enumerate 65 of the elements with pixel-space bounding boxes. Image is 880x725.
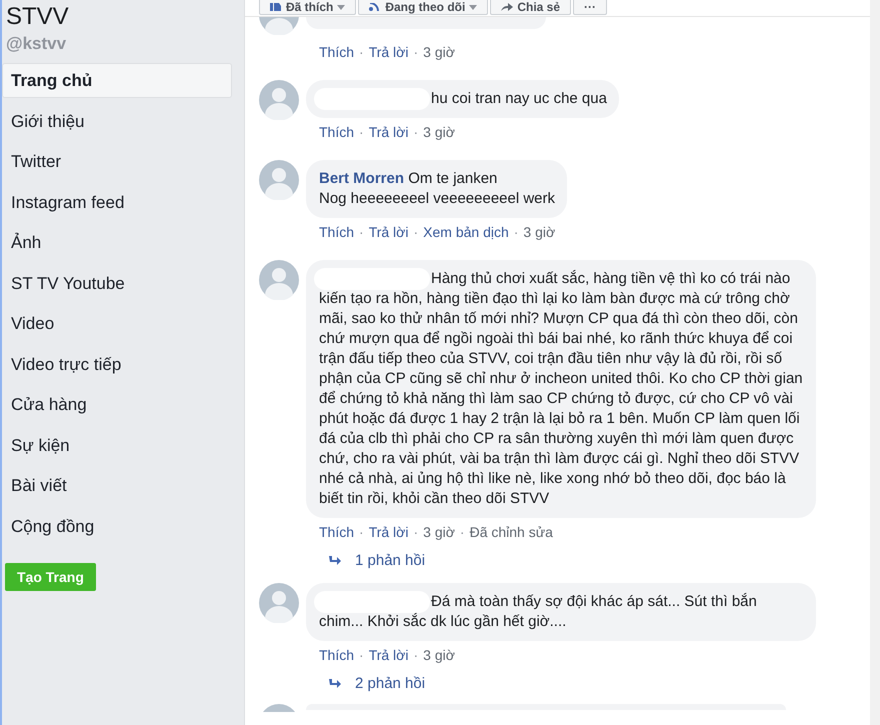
separator: · [359,43,364,61]
action-link[interactable]: Thích [319,646,354,664]
separator: · [413,223,418,241]
separator: · [514,223,518,241]
timestamp: Đã chỉnh sửa [470,523,553,541]
caret-icon [469,4,478,10]
nav-item[interactable]: Sự kiện [2,428,232,462]
action-link[interactable]: Thích [319,223,354,241]
separator: · [359,646,364,664]
toolbar-button[interactable]: Chia sẻ [490,0,572,15]
action-link[interactable]: Trả lời [368,523,408,541]
nav-item[interactable]: Twitter [2,144,232,179]
nav-item[interactable]: Cộng đồng [2,508,232,544]
nav-item[interactable]: Trang chủ [2,63,232,98]
timestamp: 3 giờ [423,646,455,664]
avatar [259,260,299,300]
action-link[interactable]: Xem bản dịch [423,223,509,241]
nav-item[interactable]: Video trực tiếp [2,346,232,382]
rss-icon [369,3,382,11]
separator: · [460,523,465,541]
comment-text: Đá mà toàn thấy sợ đội khác áp sát... Sút thì bắn chim... Khởi sắc dk lúc gần hết giờ.... [319,592,758,632]
comment-text: hu coi tran nay uc che qua [430,89,607,109]
avatar [259,17,299,35]
separator: · [413,123,418,141]
separator: · [413,523,418,541]
replies-link[interactable]: 2 phản hồi [355,675,426,692]
action-link[interactable]: Trả lời [368,646,408,664]
reply-arrow-icon [329,556,341,566]
author-link[interactable]: Bert Morren [319,170,404,187]
share-icon [501,3,514,11]
comment-text: Hàng thủ chơi xuất sắc, hàng tiền vệ thì ko có trái nào kiến tạo ra hồn, hàng tiền đạo thì lại ko làm bàn được mà cứ trông chờ mãi, sao ko thử nhân tố mới nhỉ? Mượn CP qua đá thì còn theo dõi, còn chứ mượn qua để ngồi ngoài thì bái bai nhé, ko rãnh thức khuya để coi trận đấu tiếp theo của STVV, coi trận đầu tiên như vậy là đủ rồi, rồi số phận của CP cũng sẽ chỉ như ở incheon united thôi. Ko cho CP thời gian để chứng tỏ khả năng thì làm sao CP chứng tỏ được, cứ cho CP vô vài phút hoặc đá được 1 hay 2 trận là lại bỏ ra 1 bên. Muốn CP làm quen lối đá của clb thì phải cho CP ra sân thường xuyên thì mới làm quen được chứ, cho ra vài phút, vài ba trận thì làm được cái gì. Nghỉ theo dõi STVV nhé cả nhà, ai ủng hộ thì like nè, like xong nhớ bỏ theo dõi, đọc báo là biết tin rồi, khỏi cần theo dõi STVV [319,269,804,509]
action-link[interactable]: Trả lời [368,43,408,61]
avatar [259,160,299,200]
toolbar-button[interactable]: Đã thích [259,0,356,15]
toolbar-button[interactable]: Đang theo dõi [358,0,488,15]
thumbs-up-icon [270,3,282,11]
nav-item[interactable]: Cửa hàng [2,387,232,422]
nav-item[interactable]: Video [2,306,232,341]
nav-item[interactable]: Instagram feed [2,184,232,220]
nav-item[interactable]: ST TV Youtube [2,266,232,300]
action-link[interactable]: Trả lời [368,123,408,141]
timestamp: 3 giờ [423,43,455,61]
separator: · [359,223,364,241]
comment-text: Bert Morren Om te janken Nog heeeeeeeel veeeeeeeeel werk [319,169,556,209]
timestamp: 3 giờ [423,123,455,141]
separator: · [413,646,418,664]
avatar [259,80,299,120]
action-link[interactable]: Thích [319,43,354,61]
caret-icon [337,4,346,10]
timestamp: 3 giờ [423,523,455,541]
replies-link[interactable]: 1 phản hồi [355,552,426,569]
page-name: STVV [5,2,70,32]
nav-item[interactable]: Ảnh [2,225,232,260]
action-link[interactable]: Thích [319,523,354,541]
separator: · [359,123,364,141]
more-button[interactable]: ··· [573,0,608,15]
nav-item[interactable]: Bài viết [2,468,232,503]
action-link[interactable]: Trả lời [368,223,408,241]
avatar [259,583,299,623]
nav-item[interactable]: Giới thiệu [2,104,232,138]
reply-arrow-icon [329,678,341,688]
separator: · [359,523,364,541]
action-link[interactable]: Thích [319,123,354,141]
separator: · [413,43,418,61]
timestamp: 3 giờ [523,223,556,241]
